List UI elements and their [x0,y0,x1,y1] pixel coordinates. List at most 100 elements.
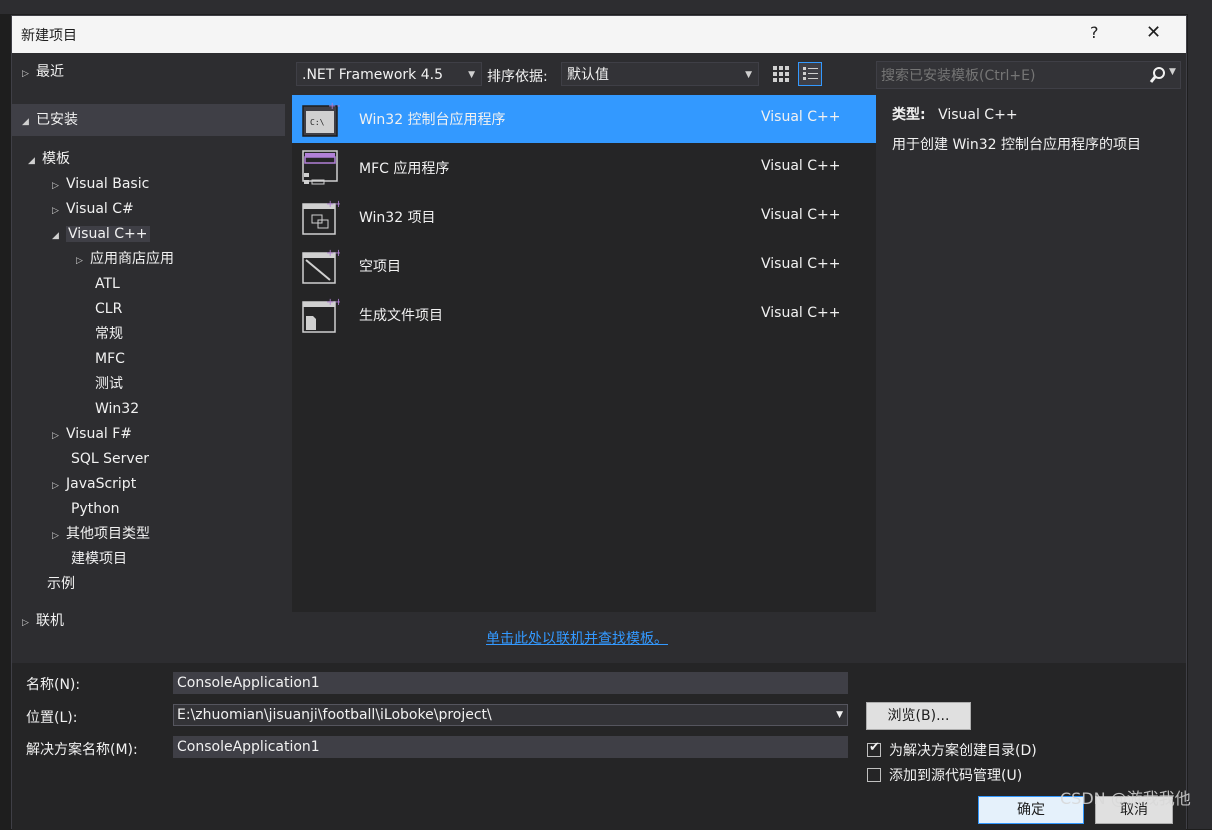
template-language: Visual C++ [761,158,841,174]
expand-arrow-icon: ▷ [52,206,59,216]
tree-item-visual-cpp[interactable]: ◢ Visual C++ [52,223,151,245]
tree-item-sql-server[interactable]: SQL Server [71,448,149,470]
svg-text:++: ++ [326,297,340,308]
add-source-control-checkbox[interactable]: 添加到源代码管理(U) [867,765,1022,785]
template-row-empty[interactable]: ++ 空项目 Visual C++ [292,242,876,290]
online-templates-link[interactable]: 单击此处以联机并查找模板。 [486,628,668,648]
list-view-button[interactable] [798,62,822,86]
template-row-win32-console[interactable]: C:\ ++ Win32 控制台应用程序 Visual C++ [292,95,876,143]
collapse-arrow-icon: ◢ [52,231,59,241]
expand-arrow-icon: ▷ [52,531,59,541]
sort-label: 排序依据: [487,69,548,85]
grid-view-button[interactable] [769,62,793,86]
watermark-text: CSDN @游我我他 [1060,789,1191,808]
browse-button[interactable]: 浏览(B)... [866,702,971,730]
makefile-project-icon: ++ [302,297,340,333]
template-name: 空项目 [359,259,401,275]
solution-name-input[interactable] [173,736,848,758]
tree-item-general[interactable]: 常规 [95,323,123,345]
expand-arrow-icon: ▷ [22,618,29,628]
expand-arrow-icon: ▷ [76,256,83,266]
tree-item-online[interactable]: ▷ 联机 [22,610,64,632]
template-row-mfc[interactable]: MFC 应用程序 Visual C++ [292,144,876,192]
tree-item-recent[interactable]: ▷ 最近 [22,61,64,83]
background-ide-strip [0,0,1212,14]
tree-item-python[interactable]: Python [71,498,120,520]
template-row-win32-project[interactable]: ++ Win32 项目 Visual C++ [292,193,876,241]
description-text: 用于创建 Win32 控制台应用程序的项目 [892,137,1142,153]
tree-item-other-types[interactable]: ▷ 其他项目类型 [52,523,150,545]
collapse-arrow-icon: ◢ [28,156,35,166]
type-label: 类型: [892,107,926,123]
template-language: Visual C++ [761,256,841,272]
location-label: 位置(L): [26,710,78,726]
sort-dropdown[interactable]: 默认值 ▼ [561,62,759,86]
type-value: Visual C++ [938,107,1018,123]
template-language: Visual C++ [761,109,841,125]
tree-item-mfc[interactable]: MFC [95,348,125,370]
expand-arrow-icon: ▷ [52,181,59,191]
solution-name-label: 解决方案名称(M): [26,742,138,758]
win32-project-icon: ++ [302,199,340,235]
chevron-down-icon: ▼ [468,70,475,80]
tree-item-javascript[interactable]: ▷ JavaScript [52,473,136,495]
grid-view-icon [773,66,789,82]
checkbox-box [867,768,881,782]
empty-project-icon: ++ [302,248,340,284]
background-ide-right [1188,0,1212,829]
template-tree: ▷ 最近 ◢ 已安装 ◢ 模板 ▷ Visual Basic ▷ Visual C# ◢ V… [12,53,286,629]
tree-item-win32[interactable]: Win32 [95,398,139,420]
template-language: Visual C++ [761,207,841,223]
new-project-dialog: 新建项目 ? ✕ ▷ 最近 ◢ 已安装 ◢ 模板 ▷ Visual Basic ▷ Vis… [11,15,1187,830]
tree-item-modeling[interactable]: 建模项目 [71,548,127,570]
expand-arrow-icon: ▷ [52,481,59,491]
collapse-arrow-icon: ◢ [22,117,29,127]
tree-item-installed[interactable]: ◢ 已安装 [22,109,78,131]
svg-text:++: ++ [326,248,340,259]
tree-item-store-apps[interactable]: ▷ 应用商店应用 [76,248,174,270]
create-directory-checkbox[interactable]: ✔ 为解决方案创建目录(D) [867,740,1037,760]
location-dropdown[interactable]: E:\zhuomian\jisuanji\football\iLoboke\pr… [173,704,848,726]
template-name: Win32 控制台应用程序 [359,112,506,128]
svg-text:++: ++ [326,199,340,210]
tree-item-samples[interactable]: 示例 [47,573,75,595]
type-line: 类型: Visual C++ [892,104,1182,124]
search-icon[interactable] [1149,66,1167,84]
chevron-down-icon: ▼ [836,710,843,720]
dialog-titlebar: 新建项目 ? ✕ [12,16,1186,53]
help-button[interactable]: ? [1090,23,1099,42]
close-button[interactable]: ✕ [1146,22,1161,43]
svg-text:C:\: C:\ [310,118,325,127]
mfc-app-icon [302,150,338,185]
template-name: MFC 应用程序 [359,161,450,177]
template-row-makefile[interactable]: ++ 生成文件项目 Visual C++ [292,291,876,339]
expand-arrow-icon: ▷ [22,69,29,79]
template-list: C:\ ++ Win32 控制台应用程序 Visual C++ MFC 应用程序… [292,95,876,612]
template-search: ▼ [876,61,1181,90]
tree-item-test[interactable]: 测试 [95,373,123,395]
template-description: 类型: Visual C++ 用于创建 Win32 控制台应用程序的项目 [892,104,1182,154]
svg-text:++: ++ [328,101,340,112]
framework-dropdown[interactable]: .NET Framework 4.5 ▼ [296,62,482,86]
tree-item-visual-csharp[interactable]: ▷ Visual C# [52,198,134,220]
checkmark-icon: ✔ [869,740,880,755]
project-form: 名称(N): 位置(L): E:\zhuomian\jisuanji\footb… [12,663,1186,830]
checkbox-box: ✔ [867,740,881,757]
name-label: 名称(N): [26,677,81,693]
template-name: 生成文件项目 [359,308,443,324]
tree-item-visual-fsharp[interactable]: ▷ Visual F# [52,423,132,445]
search-input[interactable] [877,62,1143,90]
dialog-title: 新建项目 [21,28,77,44]
tree-item-templates[interactable]: ◢ 模板 [28,148,70,170]
project-name-input[interactable] [173,672,848,694]
tree-item-visual-basic[interactable]: ▷ Visual Basic [52,173,149,195]
template-name: Win32 项目 [359,210,436,226]
expand-arrow-icon: ▷ [52,431,59,441]
tree-item-atl[interactable]: ATL [95,273,120,295]
tree-item-clr[interactable]: CLR [95,298,122,320]
console-app-icon: C:\ ++ [302,101,340,137]
chevron-down-icon: ▼ [745,70,752,80]
template-language: Visual C++ [761,305,841,321]
chevron-down-icon[interactable]: ▼ [1169,67,1176,77]
list-view-icon [803,67,818,80]
